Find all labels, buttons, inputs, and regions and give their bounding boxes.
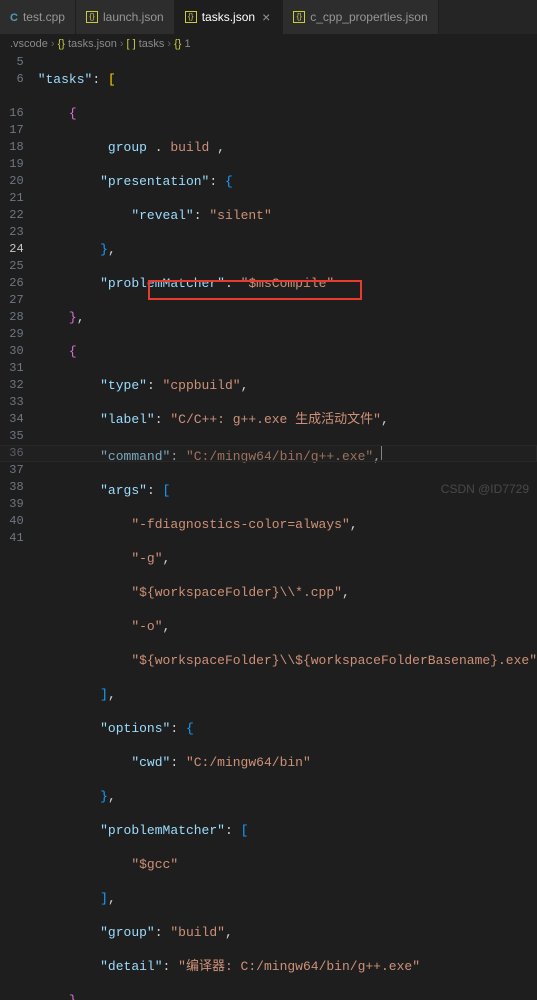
json-string: "C/C++: g++.exe 生成活动文件": [170, 412, 381, 427]
json-key: "command": [100, 449, 170, 464]
chevron-right-icon: ›: [120, 38, 124, 50]
cpp-icon: [10, 10, 18, 24]
json-string: "-o": [131, 619, 162, 634]
json-key: "options": [100, 721, 170, 736]
json-key: "label": [100, 412, 155, 427]
json-key: "presentation": [100, 174, 209, 189]
json-icon: {}: [86, 11, 98, 23]
json-key: "cwd": [131, 755, 170, 770]
tab-test-cpp[interactable]: test.cpp: [0, 0, 76, 34]
tab-label: c_cpp_properties.json: [310, 10, 427, 24]
watermark: CSDN @ID7729: [441, 482, 529, 496]
json-string: "-fdiagnostics-color=always": [131, 517, 349, 532]
chevron-right-icon: ›: [51, 38, 55, 50]
code-area[interactable]: "tasks": [ { group . build , "presentati…: [38, 53, 537, 1000]
json-string: "-g": [131, 551, 162, 566]
json-icon: {}: [185, 11, 197, 23]
json-string: "$gcc": [131, 857, 178, 872]
json-string: "silent": [209, 208, 271, 223]
editor-tabs: test.cpp {} launch.json {} tasks.json × …: [0, 0, 537, 35]
tab-label: launch.json: [103, 10, 164, 24]
json-key: "group": [100, 925, 155, 940]
json-string: "$msCompile": [241, 276, 335, 291]
tab-label: test.cpp: [23, 10, 65, 24]
json-key: "detail": [100, 959, 162, 974]
line-gutter: 56 1617181920212223242526272829303132333…: [0, 53, 38, 1000]
json-string: "${workspaceFolder}\\${workspaceFolderBa…: [131, 653, 537, 668]
tab-launch-json[interactable]: {} launch.json: [76, 0, 175, 34]
json-string: "C:/mingw64/bin/g++.exe": [186, 449, 373, 464]
bc-file: tasks.json: [68, 38, 117, 50]
json-key: "problemMatcher": [100, 276, 225, 291]
code-editor[interactable]: 56 1617181920212223242526272829303132333…: [0, 53, 537, 1000]
tab-ccpp-properties[interactable]: {} c_cpp_properties.json: [283, 0, 438, 34]
json-string: "${workspaceFolder}\\*.cpp": [131, 585, 342, 600]
json-string: "cppbuild": [163, 378, 241, 393]
bc-path: tasks: [139, 38, 165, 50]
json-key: "type": [100, 378, 147, 393]
json-string: "build": [170, 925, 225, 940]
json-key: "tasks": [38, 72, 93, 87]
object-icon: {}: [174, 38, 181, 50]
json-key: "args": [100, 483, 147, 498]
json-string: "C:/mingw64/bin": [186, 755, 311, 770]
bc-folder: .vscode: [10, 38, 48, 50]
tab-tasks-json[interactable]: {} tasks.json ×: [175, 0, 284, 34]
chevron-right-icon: ›: [167, 38, 171, 50]
text-cursor: [381, 445, 382, 460]
bc-path: 1: [184, 38, 190, 50]
json-icon: {}: [293, 11, 305, 23]
json-icon: {}: [58, 38, 65, 50]
breadcrumb[interactable]: .vscode › {} tasks.json › [ ] tasks › {}…: [0, 35, 537, 53]
array-icon: [ ]: [127, 38, 136, 50]
json-key: "reveal": [131, 208, 193, 223]
json-key: "problemMatcher": [100, 823, 225, 838]
tab-label: tasks.json: [202, 10, 255, 24]
json-string: "编译器: C:/mingw64/bin/g++.exe": [178, 959, 420, 974]
close-icon[interactable]: ×: [260, 9, 272, 25]
